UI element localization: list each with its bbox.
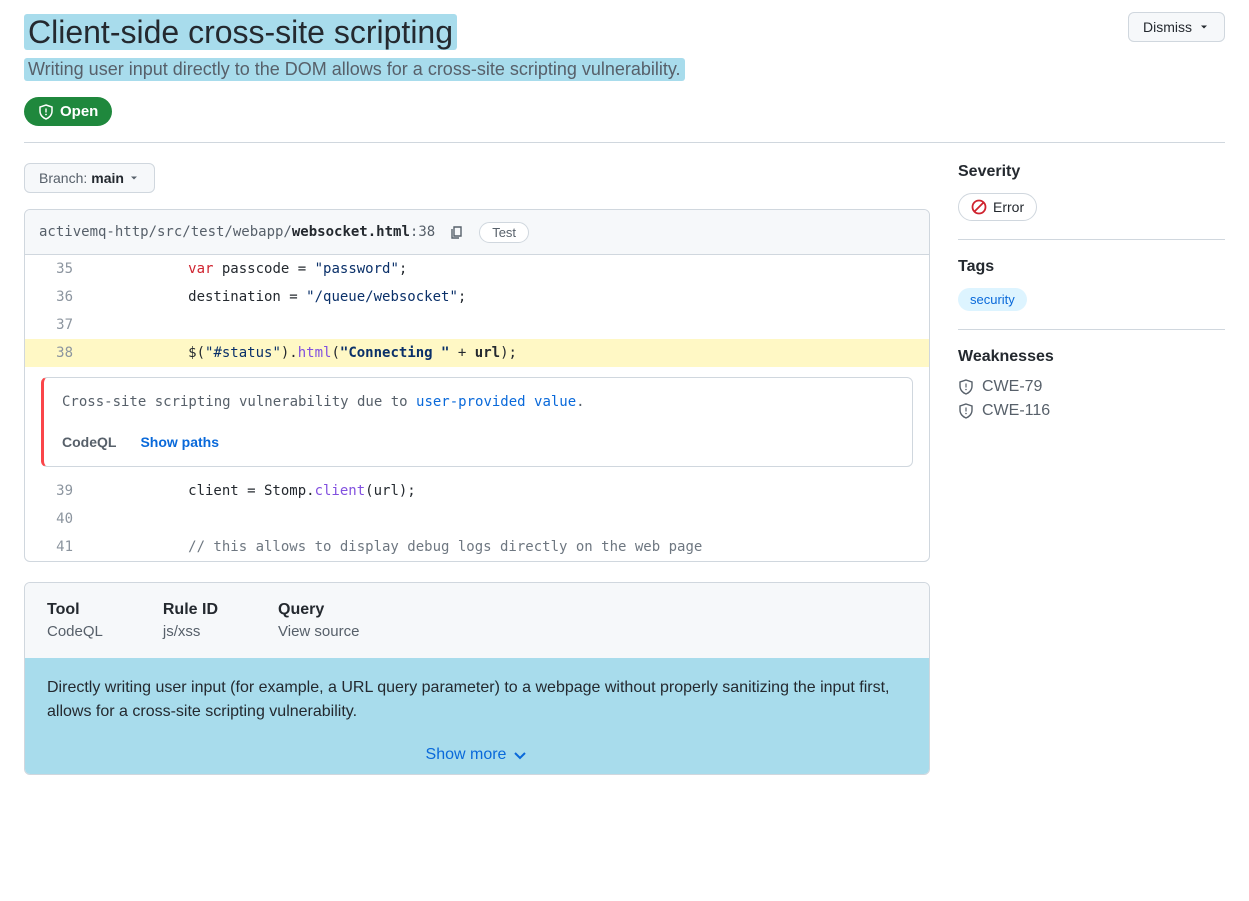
meta-box: Tool CodeQL Rule ID js/xss Query View so… (24, 582, 930, 775)
code-line: 37 (25, 311, 929, 339)
weakness-cwe-116[interactable]: CWE-116 (958, 402, 1225, 420)
no-entry-icon (971, 199, 987, 215)
shield-alert-icon (38, 104, 54, 120)
meta-tool-label: Tool (47, 601, 103, 619)
branch-selector[interactable]: Branch: main (24, 163, 155, 193)
meta-rule-label: Rule ID (163, 601, 218, 619)
chevron-down-icon (1198, 21, 1210, 33)
code-line: 41 // this allows to display debug logs … (25, 533, 929, 561)
alert-tool-label: CodeQL (62, 434, 116, 450)
alert-box: Cross-site scripting vulnerability due t… (41, 377, 913, 467)
meta-tool-value: CodeQL (47, 623, 103, 640)
show-paths-link[interactable]: Show paths (140, 434, 219, 450)
page-subtitle: Writing user input directly to the DOM a… (24, 58, 685, 81)
dismiss-button[interactable]: Dismiss (1128, 12, 1225, 42)
user-provided-value-link[interactable]: user-provided value (416, 394, 576, 410)
code-line: 36 destination = "/queue/websocket"; (25, 283, 929, 311)
chevron-down-icon (128, 172, 140, 184)
tag-security[interactable]: security (958, 288, 1027, 311)
meta-description: Directly writing user input (for example… (25, 658, 929, 736)
code-line: 35 var passcode = "password"; (25, 255, 929, 283)
tags-title: Tags (958, 258, 1225, 276)
show-more-button[interactable]: Show more (25, 736, 929, 774)
page-title: Client-side cross-site scripting (24, 12, 685, 52)
chevron-down-icon (512, 747, 528, 763)
copy-path-button[interactable] (445, 220, 469, 244)
severity-title: Severity (958, 163, 1225, 181)
weakness-cwe-79[interactable]: CWE-79 (958, 378, 1225, 396)
weaknesses-title: Weaknesses (958, 348, 1225, 366)
file-path: activemq-http/src/test/webapp/websocket.… (39, 224, 435, 240)
meta-query-label: Query (278, 601, 359, 619)
view-source-link[interactable]: View source (278, 623, 359, 640)
test-button[interactable]: Test (479, 222, 529, 243)
code-snippet-box: activemq-http/src/test/webapp/websocket.… (24, 209, 930, 562)
status-badge: Open (24, 97, 112, 126)
severity-badge: Error (958, 193, 1037, 221)
shield-alert-icon (958, 379, 974, 395)
shield-alert-icon (958, 403, 974, 419)
copy-icon (449, 224, 465, 240)
meta-rule-value: js/xss (163, 623, 218, 640)
code-line: 40 (25, 505, 929, 533)
code-line-highlighted: 38 $("#status").html("Connecting " + url… (25, 339, 929, 367)
code-line: 39 client = Stomp.client(url); (25, 477, 929, 505)
